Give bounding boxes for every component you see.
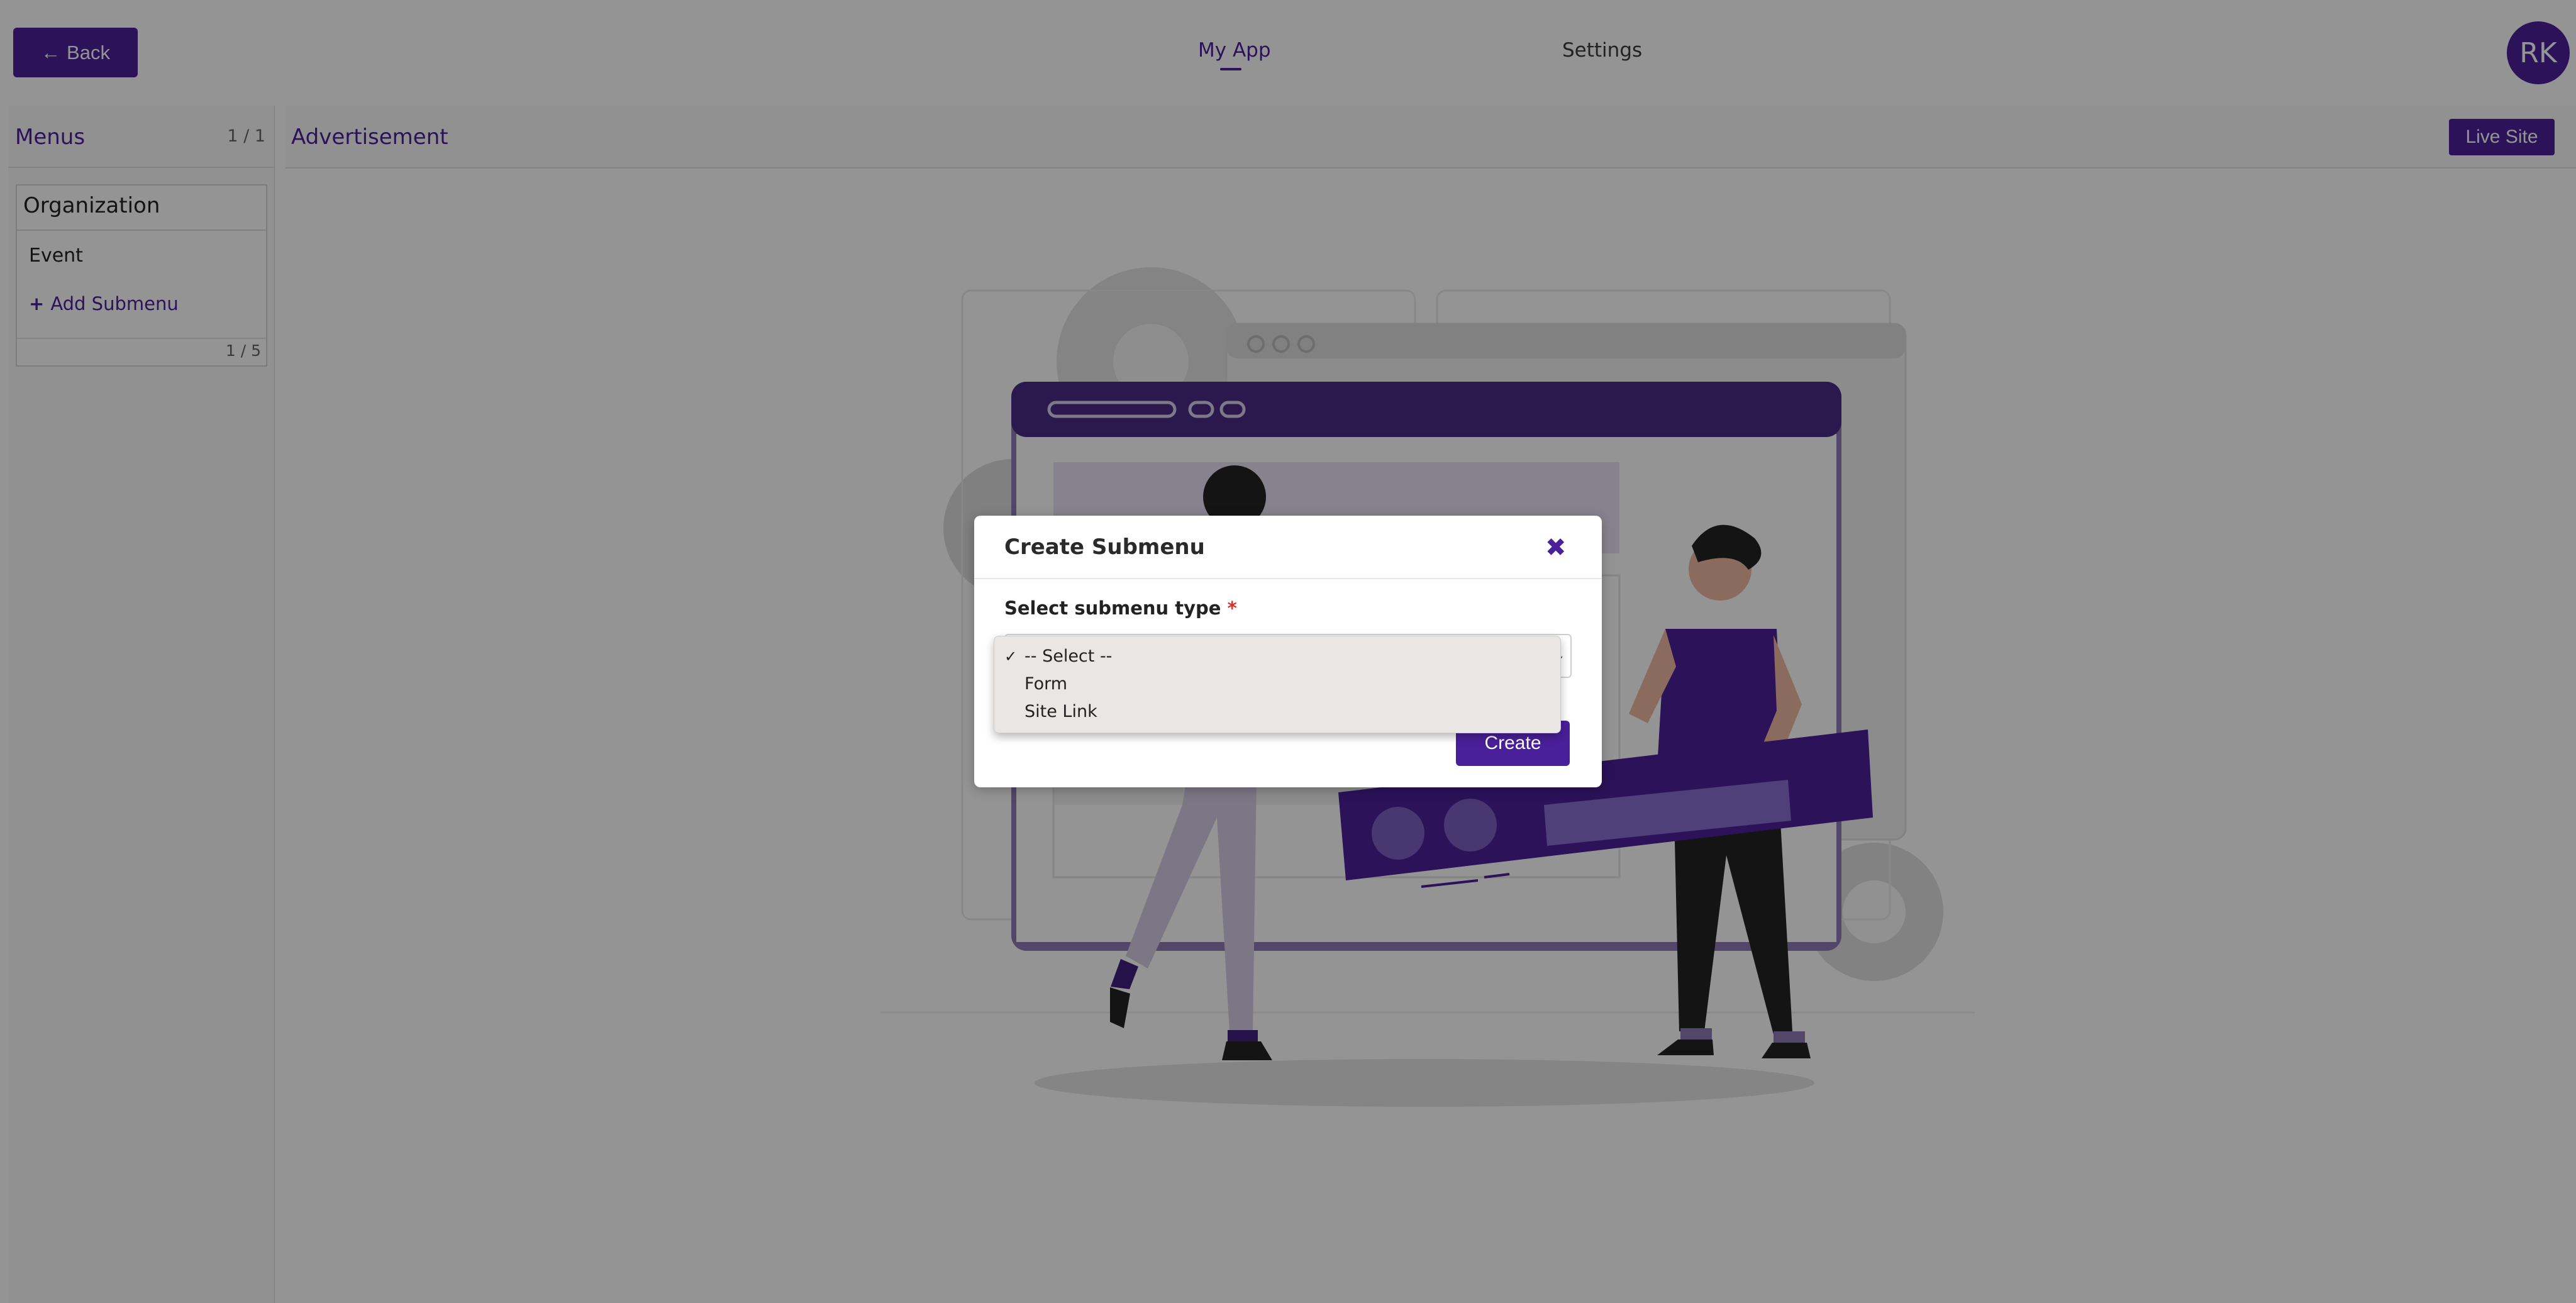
dropdown-option-site-link[interactable]: Site Link bbox=[1024, 702, 1097, 721]
submenu-type-dropdown: ✓ -- Select -- Form Site Link bbox=[994, 636, 1561, 733]
dropdown-option-select[interactable]: -- Select -- bbox=[1024, 646, 1112, 666]
required-marker: * bbox=[1227, 597, 1237, 619]
divider bbox=[974, 578, 1602, 579]
checkmark-icon: ✓ bbox=[1004, 648, 1018, 665]
submenu-type-label: Select submenu type * bbox=[1004, 597, 1237, 619]
dropdown-option-form[interactable]: Form bbox=[1024, 674, 1067, 694]
field-label-text: Select submenu type bbox=[1004, 597, 1221, 619]
close-icon[interactable]: ✖ bbox=[1545, 533, 1567, 562]
modal-title: Create Submenu bbox=[1004, 535, 1205, 560]
